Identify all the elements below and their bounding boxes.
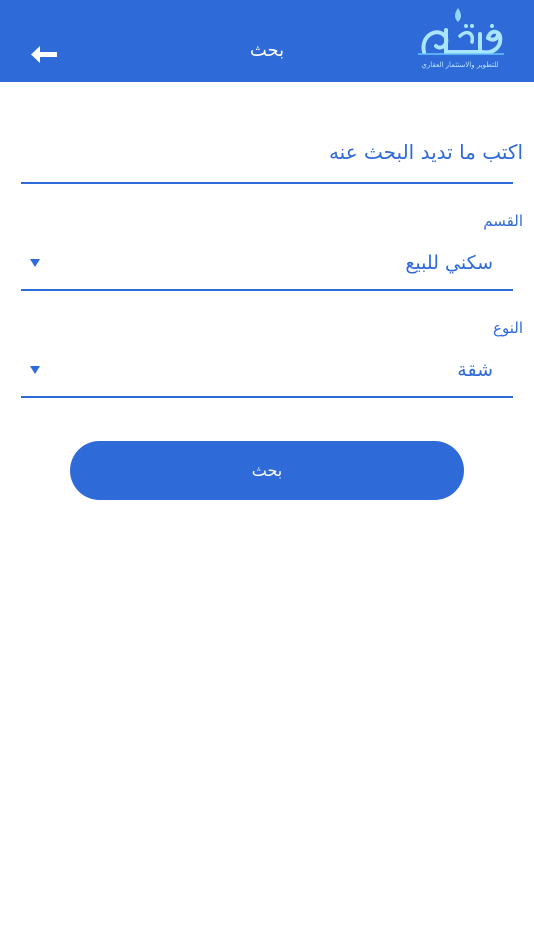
app-header: بحث للتطوير والاستثمار العقاري (0, 0, 534, 82)
type-select[interactable]: شقة (21, 324, 513, 398)
brand-logo: للتطوير والاستثمار العقاري (410, 4, 510, 76)
search-screen: بحث للتطوير والاستثمار العقاري اكتب ما ت… (0, 0, 534, 950)
caret-down-icon (30, 366, 40, 374)
logo-subtitle: للتطوير والاستثمار العقاري (421, 61, 499, 69)
search-button[interactable]: بحث (70, 441, 464, 500)
category-selected-value: سكني للبيع (405, 252, 493, 274)
category-select[interactable]: سكني للبيع (21, 217, 513, 291)
caret-down-icon (30, 259, 40, 267)
type-selected-value: شقة (457, 359, 493, 381)
search-placeholder: اكتب ما تديد البحث عنه (328, 140, 523, 164)
search-input[interactable]: اكتب ما تديد البحث عنه (21, 128, 523, 184)
